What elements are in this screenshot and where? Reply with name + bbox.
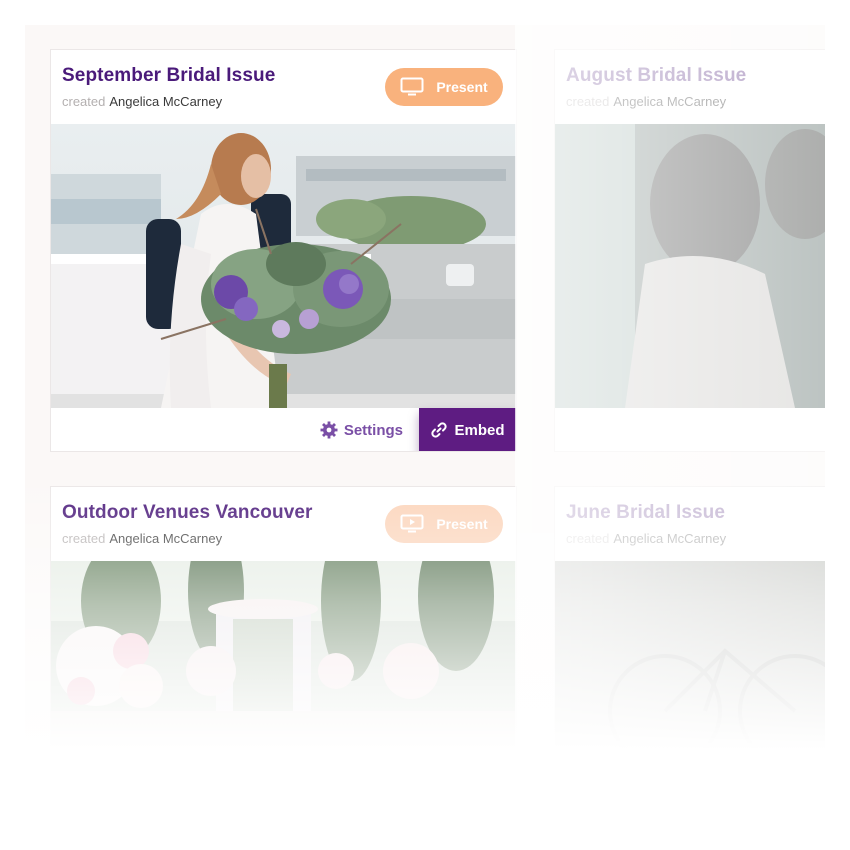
created-label: created xyxy=(566,94,610,109)
settings-label: Settings xyxy=(343,421,403,439)
author-name: Angelica McCarney xyxy=(109,94,223,109)
created-label: created xyxy=(62,531,106,546)
card-title[interactable]: September Bridal Issue xyxy=(62,65,275,87)
created-label: created xyxy=(62,94,106,109)
author-name: Angelica McCarney xyxy=(109,531,223,546)
settings-button[interactable]: Settings xyxy=(320,408,403,451)
monitor-play-icon xyxy=(400,77,424,96)
gear-icon xyxy=(320,421,338,439)
presentation-card-august[interactable]: August Bridal Issue created Angelica McCa… xyxy=(554,49,825,452)
created-by-line: created Angelica McCarney xyxy=(62,94,222,109)
author-name: Angelica McCarney xyxy=(613,531,727,546)
card-title[interactable]: Outdoor Venues Vancouver xyxy=(62,502,313,524)
created-by-line: created Angelica McCarney xyxy=(62,531,222,546)
present-button[interactable]: Present xyxy=(385,68,503,106)
card-header: August Bridal Issue created Angelica McCa… xyxy=(555,50,825,124)
bridal-photo[interactable] xyxy=(555,124,825,408)
embed-label: Embed xyxy=(454,421,505,439)
card-header: September Bridal Issue created Angelica M… xyxy=(51,50,516,124)
card-header: Outdoor Venues Vancouver created Angelica… xyxy=(51,487,516,561)
presentation-card-outdoor-venues[interactable]: Outdoor Venues Vancouver created Angelica… xyxy=(50,486,517,825)
outdoor-venue-photo[interactable] xyxy=(51,561,516,825)
author-name: Angelica McCarney xyxy=(613,94,727,109)
bicycle-photo[interactable] xyxy=(555,561,825,825)
card-header: June Bridal Issue created Angelica McCarn… xyxy=(555,487,825,561)
bride-photo[interactable] xyxy=(51,124,516,408)
present-label: Present xyxy=(436,516,488,532)
embed-button[interactable]: Embed xyxy=(419,408,516,451)
present-label: Present xyxy=(436,79,488,95)
present-button[interactable]: Present xyxy=(385,505,503,543)
presentation-card-june[interactable]: June Bridal Issue created Angelica McCarn… xyxy=(554,486,825,825)
link-icon xyxy=(431,422,448,438)
card-footer: Settings Embed xyxy=(51,408,516,451)
card-title[interactable]: August Bridal Issue xyxy=(566,65,746,87)
card-title[interactable]: June Bridal Issue xyxy=(566,502,725,524)
monitor-play-icon xyxy=(400,514,424,533)
created-by-line: created Angelica McCarney xyxy=(566,94,726,109)
presentation-card-september[interactable]: September Bridal Issue created Angelica M… xyxy=(50,49,517,452)
presentations-grid: September Bridal Issue created Angelica M… xyxy=(25,25,825,825)
created-label: created xyxy=(566,531,610,546)
created-by-line: created Angelica McCarney xyxy=(566,531,726,546)
